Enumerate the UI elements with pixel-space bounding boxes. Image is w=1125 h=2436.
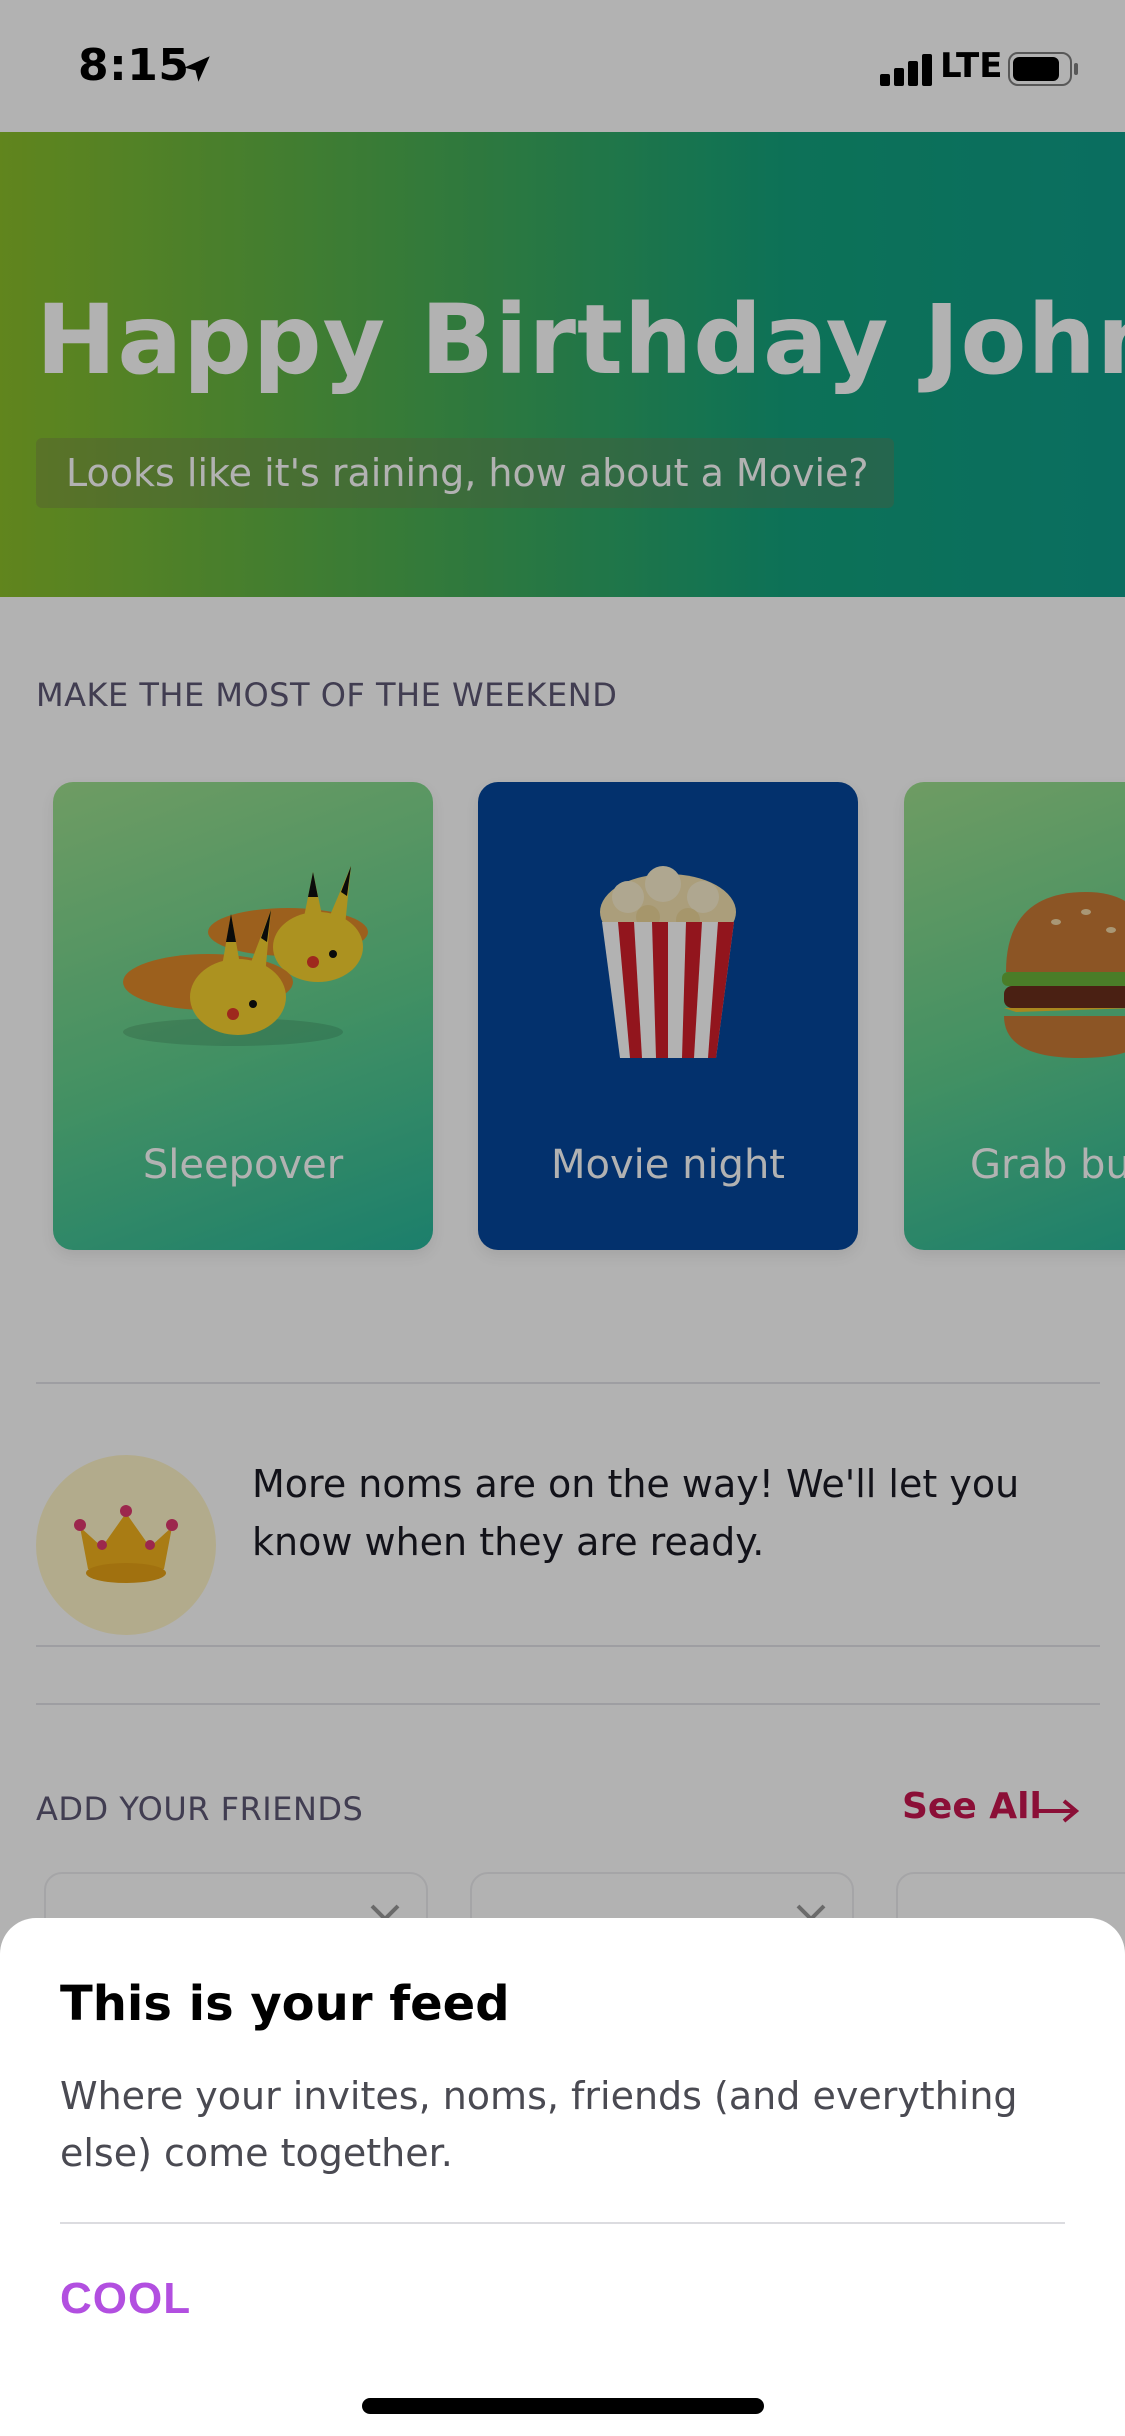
sheet-title: This is your feed [60, 1976, 510, 2032]
sheet-divider [60, 2222, 1065, 2224]
onboarding-sheet: This is your feed Where your invites, no… [0, 1918, 1125, 2436]
home-indicator[interactable] [362, 2398, 764, 2414]
cool-button[interactable]: COOL [60, 2274, 191, 2324]
feed-screen: 8:15 LTE Happy Birthday John! Looks like… [0, 0, 1125, 2436]
sheet-description: Where your invites, noms, friends (and e… [60, 2074, 1018, 2175]
